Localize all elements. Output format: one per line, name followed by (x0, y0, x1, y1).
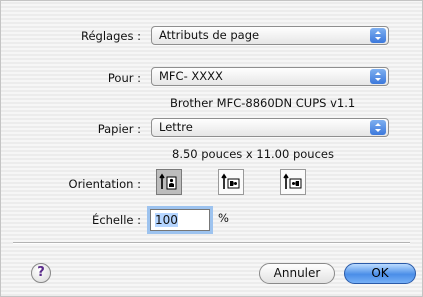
help-question-icon: ? (37, 265, 45, 280)
scale-input[interactable]: 100 (150, 209, 210, 231)
pour-label: Pour : (107, 71, 141, 85)
divider (13, 242, 410, 244)
landscape-person-icon (221, 173, 240, 189)
popup-arrows-icon (370, 69, 386, 84)
settings-value: Attributs de page (159, 28, 260, 42)
popup-arrows-icon (370, 120, 386, 135)
scale-label: Échelle : (92, 213, 141, 227)
orientation-portrait-button[interactable] (156, 169, 182, 195)
paper-size-popup[interactable]: Lettre (151, 118, 389, 137)
landscape-reversed-person-icon (283, 173, 302, 189)
help-button[interactable]: ? (31, 263, 51, 283)
orientation-landscape-reversed-button[interactable] (280, 169, 306, 195)
printer-driver-info: Brother MFC-8860DN CUPS v1.1 (170, 96, 356, 110)
settings-label: Réglages : (81, 29, 141, 43)
orientation-landscape-button[interactable] (218, 169, 244, 195)
scale-value: 100 (155, 213, 178, 227)
cancel-button[interactable]: Annuler (259, 263, 335, 284)
printer-popup[interactable]: MFC- XXXX (151, 67, 389, 86)
portrait-person-icon (159, 173, 177, 190)
orientation-label: Orientation : (68, 177, 141, 191)
papier-label: Papier : (97, 122, 141, 136)
page-setup-dialog: Réglages : Attributs de page Pour : MFC-… (0, 0, 423, 297)
paper-size-value: Lettre (159, 120, 193, 134)
ok-button[interactable]: OK (344, 263, 416, 284)
paper-size-info: 8.50 pouces x 11.00 pouces (172, 147, 334, 161)
printer-value: MFC- XXXX (159, 69, 223, 83)
scale-unit: % (218, 211, 229, 225)
settings-popup[interactable]: Attributs de page (151, 26, 389, 45)
popup-arrows-icon (370, 28, 386, 43)
